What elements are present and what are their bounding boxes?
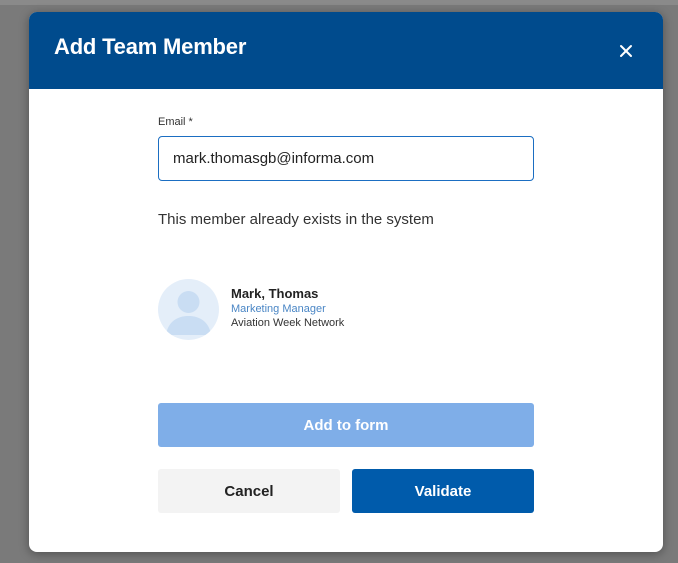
member-organization: Aviation Week Network: [231, 317, 345, 329]
dialog-header: Add Team Member: [29, 12, 663, 89]
member-name: Mark, Thomas: [231, 286, 319, 301]
avatar: [158, 279, 219, 340]
member-card: Mark, Thomas Marketing Manager Aviation …: [158, 277, 458, 347]
validate-button[interactable]: Validate: [352, 469, 534, 513]
email-label: Email *: [158, 116, 193, 128]
person-avatar-icon: [158, 291, 219, 340]
email-field[interactable]: [158, 136, 534, 181]
member-exists-message: This member already exists in the system: [158, 211, 434, 228]
add-team-member-dialog: Add Team Member Email * This member alre…: [29, 12, 663, 552]
cancel-button[interactable]: Cancel: [158, 469, 340, 513]
member-role: Marketing Manager: [231, 303, 326, 315]
backdrop-top-edge: [0, 0, 678, 5]
add-to-form-button[interactable]: Add to form: [158, 403, 534, 447]
close-button[interactable]: [615, 40, 637, 62]
dialog-title: Add Team Member: [54, 34, 247, 59]
close-icon: [615, 40, 637, 62]
